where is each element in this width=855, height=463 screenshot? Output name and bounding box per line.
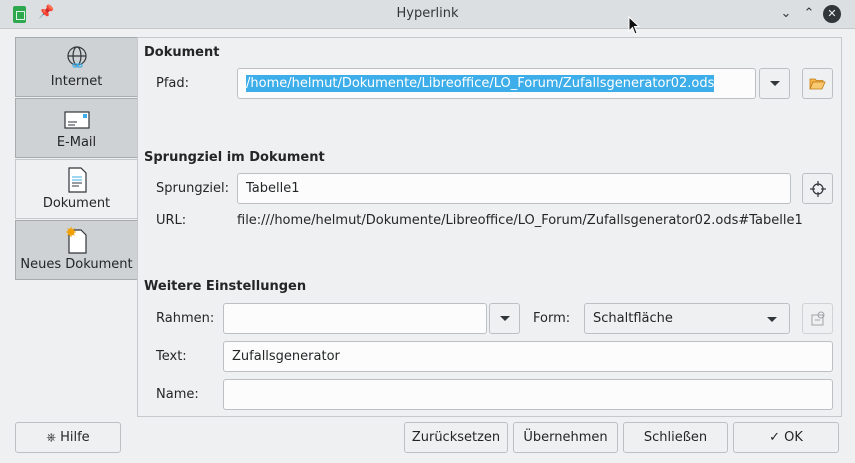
reset-button[interactable]: Zurücksetzen [404, 422, 508, 453]
maximize-icon[interactable]: ⌃ [800, 5, 818, 23]
url-value: file:///home/helmut/Dokumente/Libreoffic… [237, 213, 803, 228]
sidebar-item-label: Internet [50, 74, 103, 89]
form-select-value: Schaltfläche [593, 311, 673, 326]
form-label: Form: [533, 311, 571, 326]
new-document-icon [65, 227, 87, 254]
target-navigator-button[interactable] [802, 173, 833, 204]
target-input[interactable]: Tabelle1 [237, 173, 791, 204]
frame-input[interactable] [223, 303, 487, 334]
checkmark-icon: ✓ [769, 430, 780, 445]
chevron-down-icon [767, 317, 777, 322]
close-icon[interactable]: ✕ [823, 5, 841, 23]
sidebar-item-label: Dokument [42, 196, 111, 211]
chevron-down-icon [499, 316, 510, 321]
help-button[interactable]: ⎈ Hilfe [15, 422, 121, 453]
ok-button[interactable]: ✓ OK [733, 422, 839, 453]
envelope-icon [63, 111, 90, 129]
document-icon [67, 167, 87, 193]
minimize-icon[interactable]: ⌄ [777, 5, 795, 23]
name-label: Name: [156, 387, 199, 402]
window-title: Hyperlink [396, 6, 459, 21]
sidebar-item-email[interactable]: E-Mail [15, 98, 138, 158]
path-label: Pfad: [156, 76, 190, 91]
apply-button[interactable]: Übernehmen [513, 422, 618, 453]
crosshair-icon [809, 180, 826, 197]
target-label: Sprungziel: [156, 181, 230, 196]
open-file-button[interactable] [802, 68, 833, 99]
close-button[interactable]: Schließen [623, 422, 728, 453]
mouse-cursor-icon [628, 16, 641, 35]
chevron-down-icon [769, 81, 780, 86]
text-label: Text: [156, 349, 187, 364]
sidebar-item-document[interactable]: Dokument [15, 159, 138, 219]
sidebar-item-label: E-Mail [56, 135, 97, 150]
sidebar-item-internet[interactable]: Internet [15, 37, 138, 97]
text-input[interactable]: Zufallsgenerator [223, 341, 833, 372]
sidebar-item-new-document[interactable]: Neues Dokument [15, 220, 138, 280]
sidebar-item-label: Neues Dokument [20, 257, 133, 272]
frame-label: Rahmen: [156, 311, 215, 326]
title-bar: 📌 Hyperlink ⌄ ⌃ ✕ [0, 0, 855, 29]
events-button[interactable] [802, 303, 833, 334]
target-section-title: Sprungziel im Dokument [144, 150, 325, 165]
settings-section-title: Weitere Einstellungen [144, 279, 307, 294]
path-value: /home/helmut/Dokumente/Libreoffice/LO_Fo… [246, 75, 715, 92]
path-input[interactable]: /home/helmut/Dokumente/Libreoffice/LO_Fo… [237, 68, 756, 99]
hyperlink-type-sidebar: Internet E-Mail Dokument Neues Dokument [15, 37, 138, 281]
globe-link-icon [66, 46, 87, 68]
macro-events-icon [811, 311, 824, 325]
folder-open-icon [809, 78, 826, 89]
lifebuoy-icon: ⎈ [46, 430, 56, 444]
path-history-dropdown[interactable] [759, 68, 790, 99]
name-input[interactable] [223, 379, 833, 410]
help-button-label: Hilfe [60, 430, 90, 445]
form-select[interactable]: Schaltfläche [584, 303, 790, 334]
document-section-title: Dokument [144, 45, 220, 60]
ok-button-label: OK [784, 430, 803, 445]
url-label: URL: [156, 213, 187, 228]
frame-dropdown[interactable] [489, 303, 520, 334]
